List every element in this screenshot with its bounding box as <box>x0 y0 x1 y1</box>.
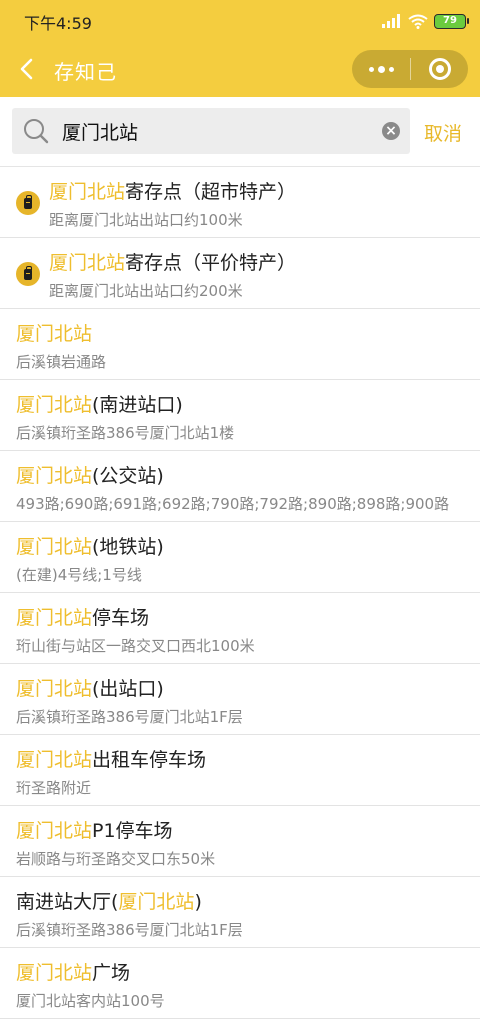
list-item[interactable]: 厦门北站后溪镇岩通路 <box>0 309 480 380</box>
battery-icon: 79 <box>434 13 469 29</box>
title-highlight: 厦门北站 <box>16 323 93 345</box>
list-item-title: 南进站大厅(厦门北站) <box>16 887 202 914</box>
title-highlight: 厦门北站 <box>16 749 93 771</box>
list-item-title: 厦门北站(公交站) <box>16 461 164 488</box>
list-item-address: 后溪镇珩圣路386号厦门北站1F层 <box>16 921 243 939</box>
title-rest: ) <box>194 891 202 913</box>
title-highlight: 厦门北站 <box>16 678 93 700</box>
list-item-title: 厦门北站停车场 <box>16 603 149 630</box>
title-rest: 广场 <box>92 962 131 984</box>
title-highlight: 厦门北站 <box>118 891 195 913</box>
list-item[interactable]: 厦门北站(地铁站) (在建)4号线;1号线 <box>0 522 480 593</box>
list-item[interactable]: 南进站大厅(厦门北站) 后溪镇珩圣路386号厦门北站1F层 <box>0 877 480 948</box>
list-item[interactable]: 厦门北站出租车停车场 珩圣路附近 <box>0 735 480 806</box>
list-item-address: 后溪镇岩通路 <box>16 353 107 371</box>
list-item[interactable]: 厦门北站(南进站口) 后溪镇珩圣路386号厦门北站1楼 <box>0 380 480 451</box>
nav-bar: 存知己 <box>0 42 480 97</box>
page-title: 存知己 <box>54 60 117 84</box>
more-button[interactable] <box>352 50 410 88</box>
search-area: × 取消 <box>0 97 480 167</box>
list-item-address: 后溪镇珩圣路386号厦门北站1F层 <box>16 708 243 726</box>
title-prefix: 南进站大厅( <box>16 891 119 913</box>
wifi-icon <box>408 14 428 29</box>
title-rest: 停车场 <box>92 607 150 629</box>
list-item-title: 厦门北站(出站口) <box>16 674 164 701</box>
cancel-button[interactable]: 取消 <box>424 119 462 146</box>
more-dot-icon <box>388 66 394 72</box>
header: 下午4:59 79 存知己 <box>0 0 480 97</box>
title-rest: 寄存点（平价特产） <box>125 252 297 274</box>
list-item-address: 厦门北站客内站100号 <box>16 992 165 1010</box>
list-item[interactable]: 厦门北站寄存点（超市特产） 距离厦门北站出站口约100米 <box>0 167 480 238</box>
more-dot-icon <box>377 65 385 73</box>
list-item[interactable]: 厦门北站寄存点（平价特产） 距离厦门北站出站口约200米 <box>0 238 480 309</box>
capsule-menu <box>352 50 468 88</box>
title-highlight: 厦门北站 <box>16 820 93 842</box>
list-item[interactable]: 厦门北站停车场珩山街与站区一路交叉口西北100米 <box>0 593 480 664</box>
list-item-address: 珩山街与站区一路交叉口西北100米 <box>16 637 255 655</box>
list-item-address: 岩顺路与珩圣路交叉口东50米 <box>16 850 216 868</box>
title-rest: 寄存点（超市特产） <box>125 181 297 203</box>
title-highlight: 厦门北站 <box>16 607 93 629</box>
title-rest: (南进站口) <box>92 394 183 416</box>
list-item-title: 厦门北站(地铁站) <box>16 532 164 559</box>
locker-icon <box>16 191 40 215</box>
status-icons: 79 <box>382 12 469 30</box>
list-item-address: (在建)4号线;1号线 <box>16 566 142 584</box>
list-item-title: 厦门北站出租车停车场 <box>16 745 206 772</box>
list-item-title: 厦门北站P1停车场 <box>16 816 173 843</box>
back-icon[interactable] <box>12 52 42 86</box>
title-highlight: 厦门北站 <box>16 962 93 984</box>
list-item-title: 厦门北站寄存点（超市特产） <box>49 177 296 204</box>
title-highlight: 厦门北站 <box>49 252 126 274</box>
list-item-address: 珩圣路附近 <box>16 779 92 797</box>
search-input[interactable] <box>62 116 382 146</box>
status-time: 下午4:59 <box>24 14 92 33</box>
list-item-title: 厦门北站广场 <box>16 958 130 985</box>
target-icon <box>428 58 451 80</box>
list-item-title: 厦门北站 <box>16 319 92 346</box>
title-rest: (出站口) <box>92 678 164 700</box>
list-item-address: 后溪镇珩圣路386号厦门北站1楼 <box>16 424 235 442</box>
list-item-address: 距离厦门北站出站口约200米 <box>49 282 243 300</box>
list-item-address: 493路;690路;691路;692路;790路;792路;890路;898路;… <box>16 495 450 513</box>
search-box[interactable]: × <box>12 108 410 154</box>
title-rest: P1停车场 <box>92 820 173 842</box>
list-item[interactable]: 厦门北站广场厦门北站客内站100号 <box>0 948 480 1019</box>
list-item-title: 厦门北站寄存点（平价特产） <box>49 248 296 275</box>
more-dot-icon <box>368 66 374 72</box>
list-item[interactable]: 厦门北站(出站口) 后溪镇珩圣路386号厦门北站1F层 <box>0 664 480 735</box>
title-rest: (公交站) <box>92 465 164 487</box>
title-rest: 出租车停车场 <box>92 749 207 771</box>
results-list: 厦门北站寄存点（超市特产） 距离厦门北站出站口约100米 厦门北站寄存点（平价特产）… <box>0 167 480 1019</box>
list-item[interactable]: 厦门北站P1停车场岩顺路与珩圣路交叉口东50米 <box>0 806 480 877</box>
status-bar: 下午4:59 79 <box>0 0 480 42</box>
title-highlight: 厦门北站 <box>16 394 93 416</box>
list-item-address: 距离厦门北站出站口约100米 <box>49 211 243 229</box>
locker-icon <box>16 262 40 286</box>
search-icon <box>24 119 49 144</box>
close-miniprogram-button[interactable] <box>411 50 468 88</box>
list-item-title: 厦门北站(南进站口) <box>16 390 183 417</box>
clear-icon[interactable]: × <box>382 122 400 140</box>
list-item[interactable]: 厦门北站(公交站) 493路;690路;691路;692路;790路;792路;8… <box>0 451 480 522</box>
title-highlight: 厦门北站 <box>16 465 93 487</box>
title-highlight: 厦门北站 <box>49 181 126 203</box>
signal-icon <box>382 14 400 28</box>
title-highlight: 厦门北站 <box>16 536 93 558</box>
title-rest: (地铁站) <box>92 536 164 558</box>
